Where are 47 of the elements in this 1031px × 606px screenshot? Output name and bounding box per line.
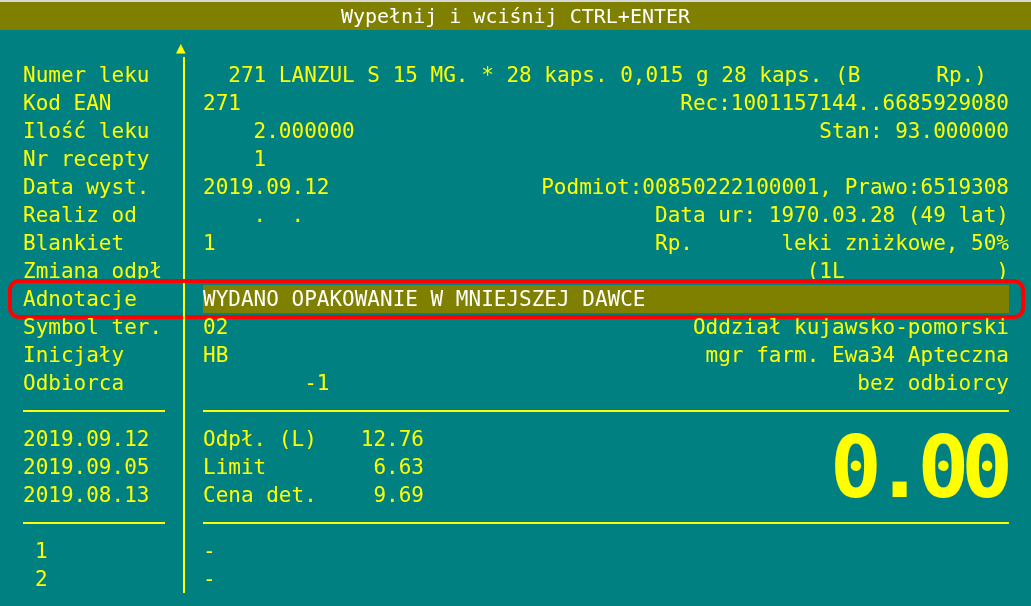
- summary-label: Odpł. (L): [203, 426, 318, 453]
- field-value: . .: [252, 202, 305, 229]
- field-info: Stan: 93.000000: [819, 118, 1009, 145]
- scroll-up-arrow[interactable]: ▲: [176, 39, 186, 57]
- field-label: Inicjały: [23, 342, 126, 369]
- field-info: mgr farm. Ewa34 Apteczna: [705, 342, 1009, 369]
- field-info: Rec:1001157144..6685929080: [680, 90, 1009, 117]
- field-label: Zmiana odpł: [23, 258, 164, 285]
- summary-amount: 12.76: [359, 426, 424, 453]
- field-label: Odbiorca: [23, 370, 126, 397]
- field-label: Data wyst.: [23, 174, 151, 201]
- field-label: Ilość leku: [23, 118, 151, 145]
- field-value: 271 LANZUL S 15 MG. * 28 kaps. 0,015 g 28 kaps. (B Rp.): [227, 62, 987, 89]
- history-date: 2019.09.05: [23, 454, 151, 481]
- field-value: WYDANO OPAKOWANIE W MNIEJSZEJ DAWCE: [203, 286, 646, 313]
- field-value: -1: [303, 370, 330, 397]
- field-info: Oddział kujawsko-pomorski: [692, 314, 1009, 341]
- field-label: Symbol ter.: [23, 314, 164, 341]
- field-info: bez odbiorcy: [857, 370, 1009, 397]
- history-date: 2019.08.13: [23, 482, 151, 509]
- field-value: 1: [203, 230, 216, 257]
- field-label: Blankiet: [23, 230, 126, 257]
- field-value: 271: [203, 90, 241, 117]
- field-value: HB: [203, 342, 229, 369]
- summary-amount: 9.69: [372, 482, 424, 509]
- field-label: Kod EAN: [23, 90, 113, 117]
- window-title: Wypełnij i wciśnij CTRL+ENTER: [340, 3, 691, 30]
- field-value: 02: [203, 314, 229, 341]
- field-label: Numer leku: [23, 62, 151, 89]
- total-amount: 0.00: [829, 427, 1005, 507]
- summary-label: Limit: [203, 454, 268, 481]
- history-date: 2019.09.12: [23, 426, 151, 453]
- field-info: Data ur: 1970.03.28 (49 lat): [655, 202, 1009, 229]
- list-number: 2: [34, 566, 49, 593]
- field-info: Rp. leki zniżkowe, 50%: [655, 230, 1009, 257]
- field-info: Podmiot:00850222100001, Prawo:6519308: [541, 174, 1009, 201]
- summary-amount: 6.63: [372, 454, 424, 481]
- field-value: 2.000000: [252, 118, 355, 145]
- list-entry: -: [203, 538, 216, 565]
- field-value: 1: [252, 146, 267, 173]
- summary-label: Cena det.: [203, 482, 318, 509]
- field-label: Realiz od: [23, 202, 138, 229]
- field-value: 2019.09.12: [203, 174, 330, 201]
- field-label: Adnotacje: [23, 286, 138, 313]
- list-number: 1: [34, 538, 49, 565]
- list-entry: -: [203, 566, 216, 593]
- field-label: Nr recepty: [23, 146, 151, 173]
